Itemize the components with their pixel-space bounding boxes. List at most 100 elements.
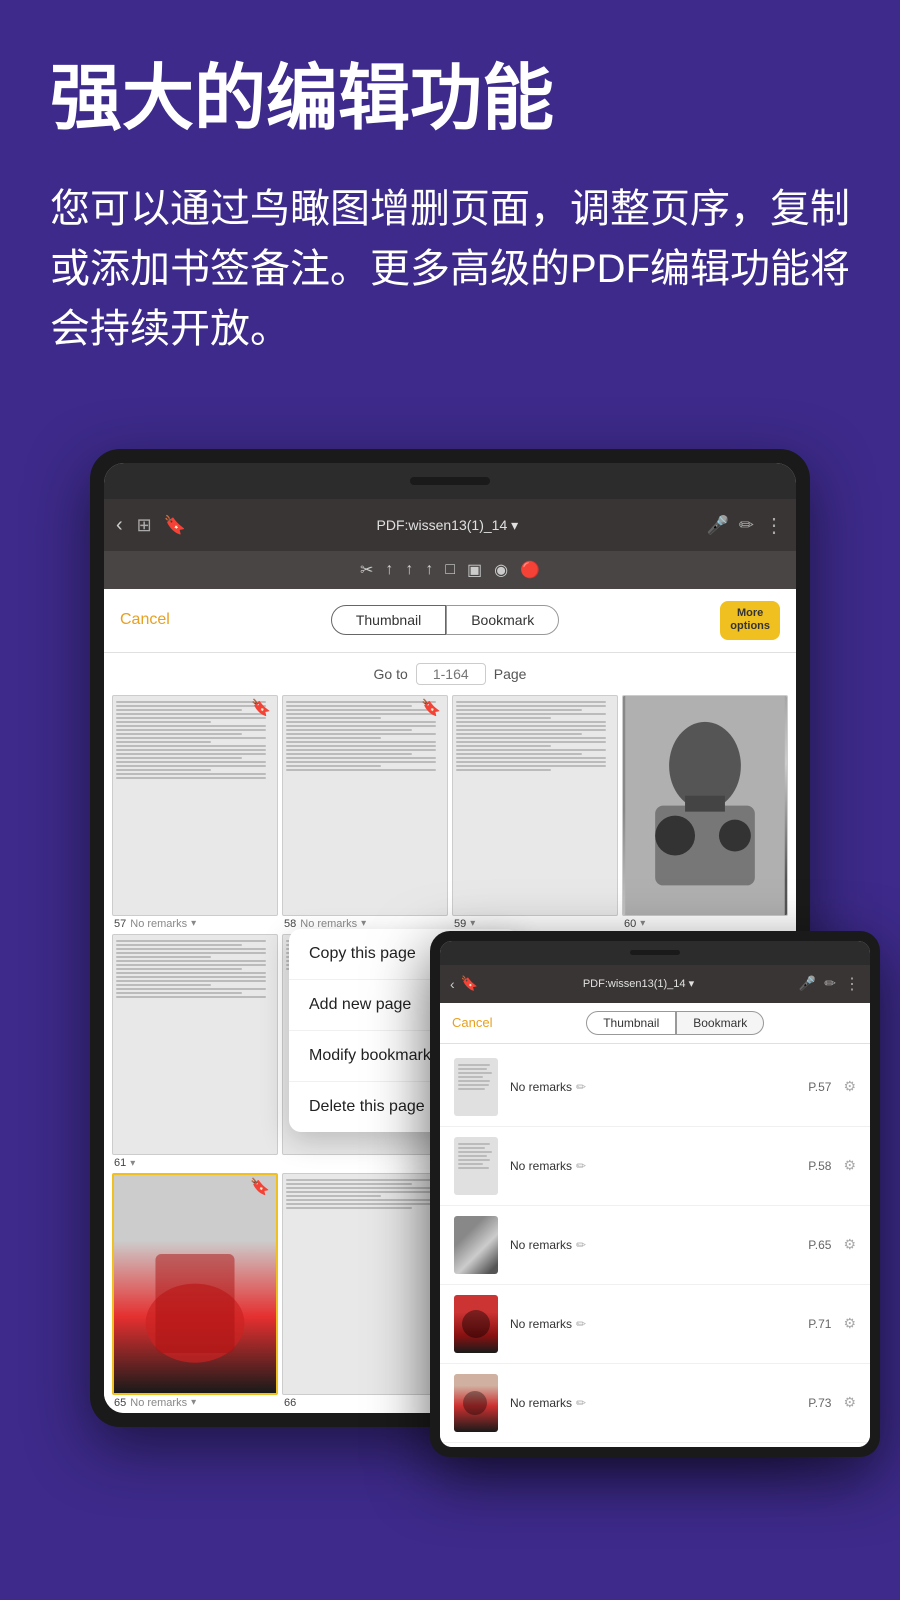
remarks-58: No remarks [300, 918, 357, 930]
thumb-page-57[interactable]: 🔖 57 [112, 695, 278, 930]
tab-bookmark[interactable]: Bookmark [446, 605, 559, 635]
thumb-page-61[interactable]: 61 ▾ [112, 934, 278, 1169]
bookmark-icon[interactable]: 🔖 [164, 515, 186, 536]
bookmark-item-57[interactable]: No remarks ✏ P.57 ⚙ [440, 1048, 870, 1127]
bookmark-name-73: No remarks ✏ [510, 1396, 796, 1410]
sub-toolbar: ✂ ↑ ↑ ↑ □ ▣ ◉ 🔴 [104, 551, 796, 589]
sub-icon-6[interactable]: ▣ [467, 560, 482, 580]
toolbar-title: PDF:wissen13(1)_14 ▾ [196, 517, 698, 534]
dropdown-59[interactable]: ▾ [470, 918, 475, 929]
bookmark-page-57: P.57 [808, 1080, 831, 1094]
bookmark-icon-57: 🔖 [251, 698, 271, 718]
cancel-button[interactable]: Cancel [120, 611, 170, 629]
tab-thumbnail[interactable]: Thumbnail [331, 605, 446, 635]
subtitle-text: 您可以通过鸟瞰图增删页面，调整页序，复制或添加书签备注。更多高级的PDF编辑功能… [50, 179, 850, 359]
remarks-65: No remarks [130, 1397, 187, 1409]
bookmark-page-73: P.73 [808, 1396, 831, 1410]
thumb-img-66 [282, 1173, 448, 1394]
bookmark-thumb-71 [454, 1295, 498, 1353]
bookmark-name-58: No remarks ✏ [510, 1159, 796, 1173]
sub-icon-4[interactable]: ↑ [425, 561, 433, 579]
page-number-65: 65 [114, 1397, 126, 1409]
back-icon[interactable]: ‹ [116, 514, 123, 537]
sub-icon-2[interactable]: ↑ [385, 561, 393, 579]
dropdown-61[interactable]: ▾ [130, 1158, 135, 1169]
bookmark-thumb-73 [454, 1374, 498, 1432]
thumb-img-61 [112, 934, 278, 1155]
bookmark-icon-2[interactable]: 🔖 [461, 975, 478, 992]
bookmark-item-73[interactable]: No remarks ✏ P.73 ⚙ [440, 1364, 870, 1443]
second-tablet-screen: ‹ 🔖 PDF:wissen13(1)_14 ▾ 🎤 ✏ ⋮ Cancel Th… [440, 941, 870, 1447]
notch [410, 477, 490, 485]
goto-bar: Go to Page [104, 653, 796, 691]
settings-icon-73[interactable]: ⚙ [843, 1394, 856, 1411]
goto-label: Go to [374, 666, 408, 682]
edit-icon-65[interactable]: ✏ [576, 1238, 586, 1252]
tab-bookmark-2[interactable]: Bookmark [676, 1011, 764, 1035]
dropdown-65[interactable]: ▾ [191, 1397, 196, 1408]
settings-icon-65[interactable]: ⚙ [843, 1236, 856, 1253]
thumb-page-66[interactable]: 66 [282, 1173, 448, 1408]
bookmark-info-73: No remarks ✏ [510, 1396, 796, 1410]
bookmark-icon-58: 🔖 [421, 698, 441, 718]
bookmark-page-71: P.71 [808, 1317, 831, 1331]
bookmark-info-71: No remarks ✏ [510, 1317, 796, 1331]
thumb-img-57: 🔖 [112, 695, 278, 916]
bookmark-info-65: No remarks ✏ [510, 1238, 796, 1252]
edit-icon-58[interactable]: ✏ [576, 1159, 586, 1173]
thumb-page-60[interactable]: 60 ▾ [622, 695, 788, 930]
settings-icon-57[interactable]: ⚙ [843, 1078, 856, 1095]
pen-icon[interactable]: ✏ [739, 515, 754, 536]
remarks-57: No remarks [130, 918, 187, 930]
thumb-img-60 [622, 695, 788, 916]
sub-icon-5[interactable]: □ [445, 561, 455, 579]
sub-icon-7[interactable]: ◉ [494, 560, 508, 580]
more-options-button[interactable]: Moreoptions [720, 601, 780, 639]
edit-icon-71[interactable]: ✏ [576, 1317, 586, 1331]
dropdown-57[interactable]: ▾ [191, 918, 196, 929]
bookmark-item-71[interactable]: No remarks ✏ P.71 ⚙ [440, 1285, 870, 1364]
thumb-img-65: 🔖 [112, 1173, 278, 1394]
page-title: 强大的编辑功能 [50, 60, 850, 139]
pen-icon-2[interactable]: ✏ [824, 975, 836, 992]
bookmark-thumb-57 [454, 1058, 498, 1116]
status-bar [104, 463, 796, 499]
more-icon[interactable]: ⋮ [764, 513, 784, 538]
tab-thumbnail-2[interactable]: Thumbnail [586, 1011, 676, 1035]
tab-group: Thumbnail Bookmark [170, 605, 720, 635]
sub-icon-8[interactable]: 🔴 [520, 560, 540, 580]
dropdown-58[interactable]: ▾ [361, 918, 366, 929]
mic-icon-2[interactable]: 🎤 [799, 975, 816, 992]
bookmark-name-71: No remarks ✏ [510, 1317, 796, 1331]
thumb-page-59[interactable]: 59 ▾ [452, 695, 618, 930]
bookmark-list: No remarks ✏ P.57 ⚙ [440, 1044, 870, 1447]
goto-input[interactable] [416, 663, 486, 685]
more-icon-2[interactable]: ⋮ [844, 974, 860, 994]
settings-icon-71[interactable]: ⚙ [843, 1315, 856, 1332]
toolbar-actions-2: 🎤 ✏ ⋮ [799, 974, 860, 994]
settings-icon-58[interactable]: ⚙ [843, 1157, 856, 1174]
back-icon-2[interactable]: ‹ [450, 976, 455, 992]
bookmark-name-57: No remarks ✏ [510, 1080, 796, 1094]
mic-icon[interactable]: 🎤 [706, 515, 728, 536]
sub-icon-1[interactable]: ✂ [360, 560, 373, 580]
edit-icon-57[interactable]: ✏ [576, 1080, 586, 1094]
page-number-59: 59 [454, 918, 466, 930]
bookmark-page-65: P.65 [808, 1238, 831, 1252]
grid-icon[interactable]: ⊞ [137, 515, 152, 536]
sub-icon-3[interactable]: ↑ [405, 561, 413, 579]
bookmark-item-65[interactable]: No remarks ✏ P.65 ⚙ [440, 1206, 870, 1285]
tab-group-2: Thumbnail Bookmark [492, 1011, 858, 1035]
dropdown-60[interactable]: ▾ [640, 918, 645, 929]
bookmark-page-58: P.58 [808, 1159, 831, 1173]
status-bar-2 [440, 941, 870, 965]
bookmark-name-65: No remarks ✏ [510, 1238, 796, 1252]
thumb-img-58: 🔖 [282, 695, 448, 916]
cancel-button-2[interactable]: Cancel [452, 1015, 492, 1030]
edit-icon-73[interactable]: ✏ [576, 1396, 586, 1410]
bookmark-item-58[interactable]: No remarks ✏ P.58 ⚙ [440, 1127, 870, 1206]
thumb-page-65[interactable]: 🔖 65 No remarks [112, 1173, 278, 1408]
bookmark-thumb-65 [454, 1216, 498, 1274]
page-label: Page [494, 666, 527, 682]
thumb-page-58[interactable]: 🔖 58 No remar [282, 695, 448, 930]
